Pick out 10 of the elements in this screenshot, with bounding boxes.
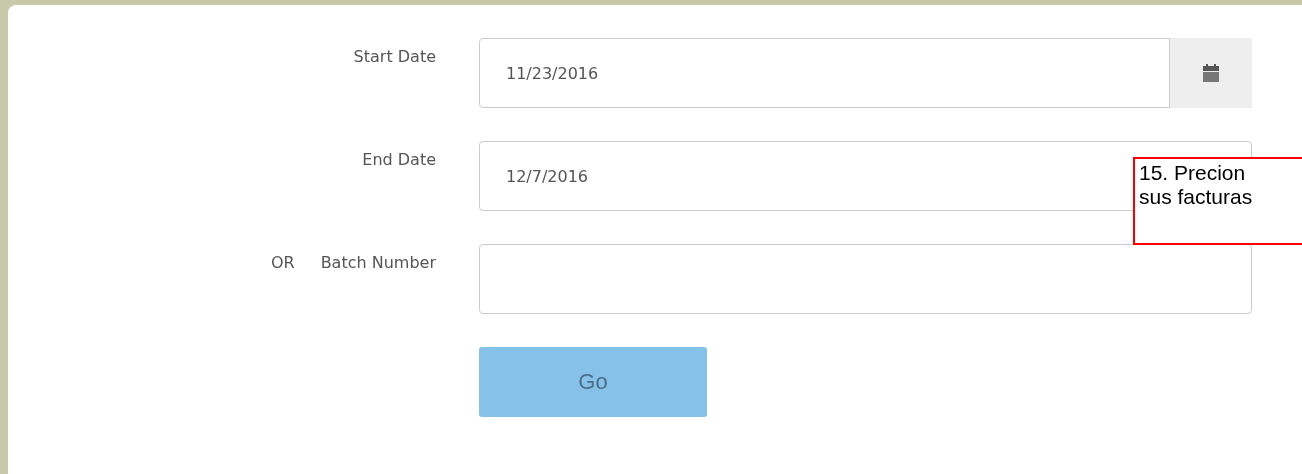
callout-text: sus facturas [1139,185,1254,209]
field-label: Start Date [353,47,436,66]
callout-text: 15. Precion [1139,161,1247,185]
field-label: Batch Number [320,253,436,272]
field-label: End Date [362,150,436,169]
calendar-button[interactable] [1170,38,1252,108]
input-field[interactable]: 11/23/2016 [479,38,1170,108]
input-field[interactable] [479,244,1252,314]
or-label: OR [270,253,295,272]
calendar-icon [1201,63,1221,83]
